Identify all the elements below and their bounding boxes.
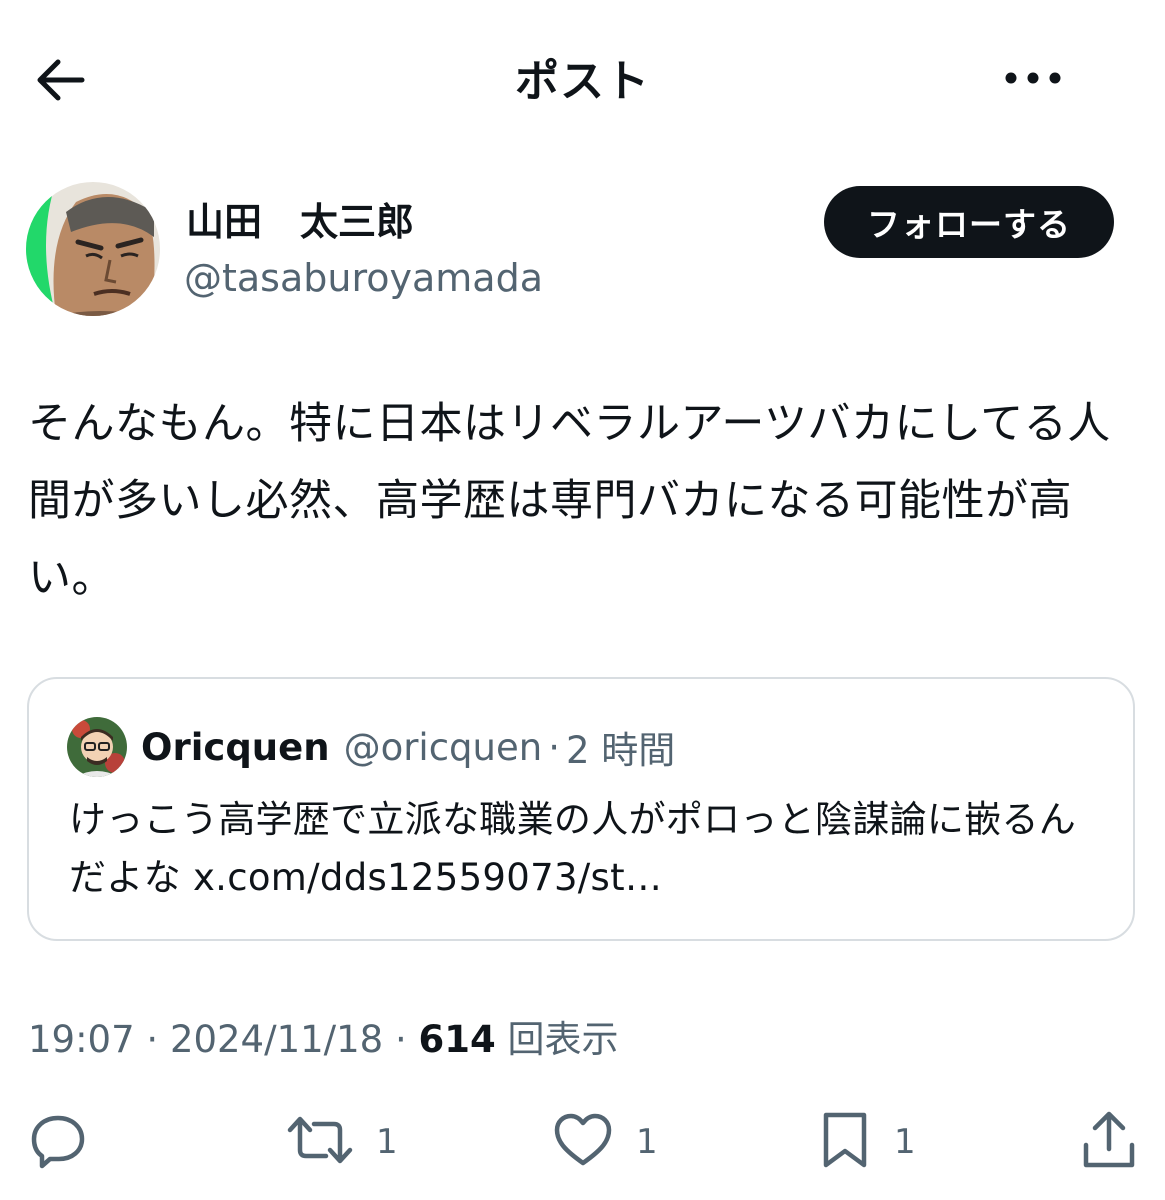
action-bar: 1 1 1: [0, 1100, 1165, 1184]
meta-separator-2: ·: [383, 1018, 419, 1061]
more-horizontal-icon: [1003, 68, 1063, 92]
heart-icon: [552, 1111, 614, 1173]
quote-separator: ·: [548, 725, 560, 769]
meta-separator-1: ·: [134, 1018, 170, 1061]
quote-timestamp: 2 時間: [565, 729, 676, 772]
quote-author-name: Oricquen: [141, 725, 330, 769]
views-label: 回表示: [495, 1018, 619, 1061]
post-time: 19:07: [28, 1018, 135, 1061]
bookmark-icon: [818, 1109, 872, 1175]
share-icon: [1080, 1109, 1138, 1175]
quote-author-handle: @oricquen: [343, 725, 543, 769]
like-count: 1: [636, 1122, 658, 1162]
quote-author-avatar: [67, 717, 127, 777]
like-button[interactable]: 1: [552, 1100, 658, 1184]
reply-button[interactable]: [28, 1100, 88, 1184]
reply-icon: [28, 1110, 88, 1174]
more-options-button[interactable]: [1001, 52, 1065, 108]
top-bar: ポスト: [0, 0, 1165, 160]
post-meta: 19:07 · 2024/11/18 · 614 回表示: [28, 1012, 619, 1068]
bookmark-button[interactable]: 1: [818, 1100, 916, 1184]
bookmark-count: 1: [894, 1122, 916, 1162]
post-date: 2024/11/18: [169, 1018, 384, 1061]
views-count[interactable]: 614: [419, 1018, 496, 1061]
share-button[interactable]: [1080, 1100, 1138, 1184]
page-title: ポスト: [515, 56, 650, 107]
post-text: そんなもん。特に日本はリベラルアーツバカにしてる人間が多いし必然、高学歴は専門バ…: [28, 399, 1111, 603]
quote-header: Oricquen @oricquen · 2 時間: [141, 717, 675, 777]
post-author: 山田 太三郎 @tasaburoyamada フォローする: [26, 182, 1146, 322]
repost-icon: [286, 1110, 354, 1174]
author-avatar[interactable]: [26, 182, 160, 316]
author-display-name[interactable]: 山田 太三郎: [186, 196, 414, 248]
follow-button[interactable]: フォローする: [824, 186, 1114, 258]
repost-count: 1: [376, 1122, 398, 1162]
repost-button[interactable]: 1: [286, 1100, 398, 1184]
quote-text: けっこう高学歴で立派な職業の人がポロっと陰謀論に嵌るんだよな x.com/dds…: [69, 798, 1077, 899]
quoted-post[interactable]: Oricquen @oricquen · 2 時間 けっこう高学歴で立派な職業の…: [27, 677, 1135, 941]
author-handle[interactable]: @tasaburoyamada: [184, 252, 543, 304]
